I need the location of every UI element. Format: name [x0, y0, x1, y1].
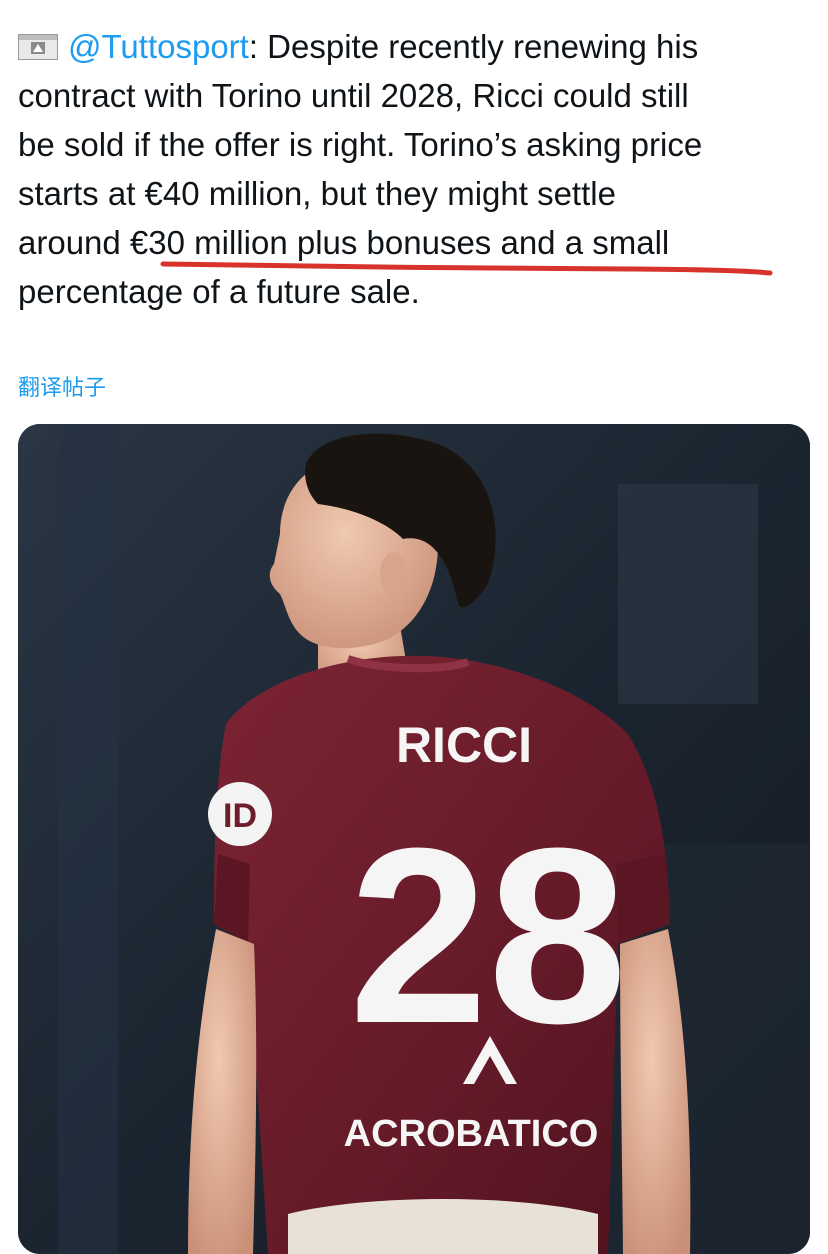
flag-icon [18, 34, 58, 60]
tweet-line-4: starts at €40 million, but they might se… [18, 175, 616, 212]
tweet-photo[interactable]: ID RICCI 28 ACROBATICO [18, 424, 810, 1254]
mention-link[interactable]: @Tuttosport [68, 28, 249, 65]
tweet-line-5: around €30 million plus bonuses and a sm… [18, 224, 670, 261]
translate-post-link[interactable]: 翻译帖子 [18, 370, 106, 402]
tweet-line-1: : Despite recently renewing his [248, 28, 699, 65]
tweet-line-6: percentage of a future sale. [18, 273, 420, 310]
tweet-line-3: be sold if the offer is right. Torino’s … [18, 126, 703, 163]
sponsor-text: ACROBATICO [344, 1113, 599, 1155]
tweet-text: @Tuttosport: Despite recently renewing h… [18, 22, 808, 316]
sleeve-badge: ID [223, 797, 257, 835]
shirt-name: RICCI [396, 717, 532, 773]
tweet-line-2: contract with Torino until 2028, Ricci c… [18, 77, 689, 114]
shirt-number: 28 [349, 796, 627, 1075]
